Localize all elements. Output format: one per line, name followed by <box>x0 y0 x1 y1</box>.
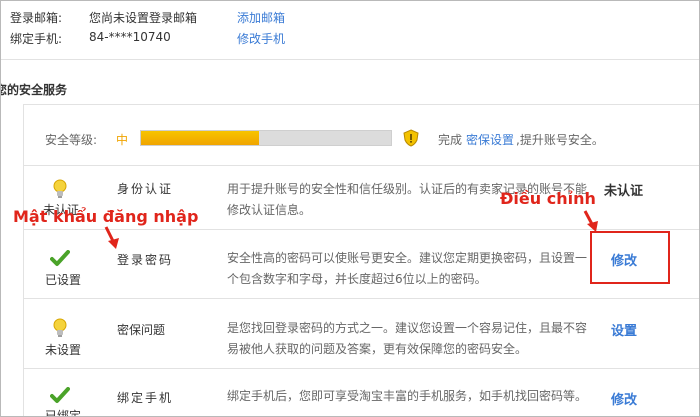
security-settings-panel: 登录邮箱: 您尚未设置登录邮箱 添加邮箱 绑定手机: 84-****10740 … <box>0 0 700 417</box>
phone-label: 绑定手机: <box>10 32 63 46</box>
modify-phone-button[interactable]: 修改 <box>611 389 637 408</box>
status-text: 未设置 <box>45 343 82 357</box>
row-description: 安全性高的密码可以使账号更安全。建议您定期更换密码，且设置一个包含数字和字母，并… <box>227 251 588 286</box>
card-top-border <box>23 104 699 105</box>
security-level-label: 安全等级: <box>45 133 98 147</box>
edit-annotation-label: Điều chỉnh <box>500 189 596 208</box>
security-level-value: 中 <box>116 133 129 147</box>
add-email-link[interactable]: 添加邮箱 <box>237 9 285 26</box>
divider <box>1 59 699 60</box>
password-annotation-label: Mật khẩu đăng nhập <box>13 207 199 226</box>
check-icon <box>50 250 70 268</box>
status-text: 已绑定 <box>45 409 82 417</box>
arrow-down-icon <box>103 225 125 254</box>
row-name: 登录密码 <box>117 253 174 267</box>
row-divider <box>23 368 699 369</box>
row-description: 绑定手机后，您即可享受淘宝丰富的手机服务，如手机找回密码等。 <box>227 389 588 403</box>
email-label: 登录邮箱: <box>10 11 63 25</box>
row-name: 密保问题 <box>117 323 166 337</box>
row-divider <box>23 298 699 299</box>
hint-prefix: 完成 <box>438 133 463 147</box>
email-value: 您尚未设置登录邮箱 <box>89 11 198 25</box>
bulb-icon <box>53 318 67 338</box>
shield-icon <box>403 129 419 150</box>
status-text: 已设置 <box>45 273 82 287</box>
row-status-action: 未认证 <box>604 184 644 199</box>
highlight-box <box>590 231 670 284</box>
row-divider <box>23 165 699 166</box>
set-security-question-button[interactable]: 设置 <box>611 320 637 339</box>
modify-phone-link[interactable]: 修改手机 <box>237 30 285 47</box>
row-name: 绑定手机 <box>117 391 174 405</box>
phone-value: 84-****10740 <box>89 30 171 44</box>
row-description: 是您找回登录密码的方式之一。建议您设置一个容易记住，且最不容易被他人获取的问题及… <box>227 321 588 356</box>
security-level-fill <box>141 131 259 145</box>
hint-suffix: ,提升账号安全。 <box>516 133 604 147</box>
section-title: 您的安全服务 <box>0 83 68 97</box>
security-level-bar <box>140 130 392 146</box>
check-icon <box>50 387 70 405</box>
security-settings-link[interactable]: 密保设置 <box>466 131 514 148</box>
bulb-icon <box>53 179 67 199</box>
row-name: 身份认证 <box>117 182 174 196</box>
